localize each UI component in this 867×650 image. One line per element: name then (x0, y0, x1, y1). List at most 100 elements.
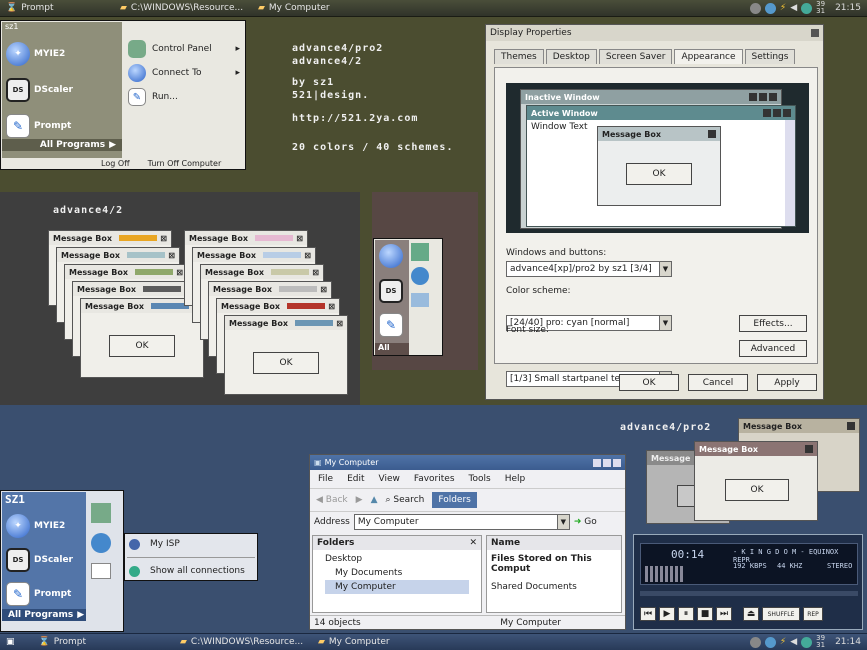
menu-favorites[interactable]: Favorites (414, 474, 455, 484)
folders-button[interactable]: Folders (432, 492, 477, 508)
tab-appearance[interactable]: Appearance (674, 49, 743, 64)
column-name-header[interactable]: Name (487, 536, 621, 550)
maximize-icon[interactable] (603, 458, 611, 467)
forward-button[interactable]: ▶ (356, 495, 363, 505)
start-item-dscaler[interactable]: DS DScaler (2, 72, 122, 108)
start-item-run[interactable]: ✎ Run... (124, 85, 244, 109)
next-icon[interactable]: ⏭ (716, 607, 732, 621)
tray-lightning-icon[interactable]: ⚡ (780, 637, 786, 647)
computer-icon: ▣ (314, 458, 322, 467)
msgbox-ok-button[interactable]: OK (253, 352, 319, 374)
apply-button[interactable]: Apply (757, 374, 817, 391)
task-my-computer[interactable]: ▰ My Computer (252, 1, 372, 15)
close-icon[interactable]: ⊠ (336, 319, 343, 328)
cancel-button[interactable]: Cancel (688, 374, 748, 391)
seek-bar[interactable] (640, 591, 858, 596)
close-icon[interactable]: ⊠ (296, 234, 303, 243)
pause-icon[interactable]: ⏸ (678, 607, 694, 621)
dscaler-icon[interactable]: DS (379, 279, 403, 303)
run-icon[interactable] (91, 563, 111, 579)
close-icon[interactable] (805, 445, 813, 453)
turn-off-button[interactable]: Turn Off Computer (148, 159, 222, 168)
shuffle-button[interactable]: SHUFFLE (762, 607, 800, 621)
repeat-button[interactable]: REP (803, 607, 823, 621)
close-icon[interactable]: ⊠ (328, 302, 335, 311)
play-icon[interactable]: ▶ (659, 607, 675, 621)
start-item-connect-to[interactable]: Connect To ▸ (124, 61, 244, 85)
tree-my-documents[interactable]: My Documents (325, 566, 469, 580)
tab-themes[interactable]: Themes (494, 49, 544, 64)
tray-volume-icon[interactable]: ◀ (790, 3, 797, 13)
close-icon[interactable]: ⊠ (176, 268, 183, 277)
all-programs-button[interactable]: All Programs ▶ (2, 139, 122, 151)
menu-help[interactable]: Help (505, 474, 526, 484)
my-computer-titlebar[interactable]: ▣ My Computer (310, 455, 625, 470)
previous-icon[interactable]: ⏮ (640, 607, 656, 621)
start-item-prompt[interactable]: ✎ Prompt (2, 576, 71, 612)
menu-file[interactable]: File (318, 474, 333, 484)
address-input[interactable]: My Computer ▼ (353, 514, 570, 530)
effects-button[interactable]: Effects... (739, 315, 807, 332)
item-shared-documents[interactable]: Shared Documents (487, 578, 621, 596)
tray-globe-icon[interactable] (801, 2, 813, 14)
tray-gear-icon[interactable] (749, 2, 761, 14)
tray-network-icon[interactable] (764, 2, 776, 14)
close-icon[interactable]: ⊠ (320, 285, 327, 294)
start-item-control-panel[interactable]: Control Panel ▸ (124, 37, 244, 61)
start-item-myie2[interactable]: ✦ MYIE2 (2, 36, 122, 72)
menu-edit[interactable]: Edit (347, 474, 364, 484)
close-icon[interactable]: ⊠ (160, 234, 167, 243)
minimize-icon[interactable] (593, 458, 601, 467)
globe-icon[interactable] (411, 267, 429, 285)
tray-volume-icon[interactable]: ◀ (790, 637, 797, 647)
all-programs-button[interactable]: All Programs ▶ (2, 609, 86, 621)
tab-screen-saver[interactable]: Screen Saver (598, 49, 673, 64)
start-item-dscaler[interactable]: DS DScaler (2, 542, 73, 578)
log-off-button[interactable]: Log Off (101, 159, 130, 168)
advanced-button[interactable]: Advanced (739, 340, 807, 357)
tray-gear-icon[interactable] (749, 636, 761, 648)
tab-desktop[interactable]: Desktop (545, 49, 597, 64)
tray-lightning-icon[interactable]: ⚡ (780, 3, 786, 13)
start-item-myie2[interactable]: ✦ MYIE2 (2, 508, 65, 544)
submenu-show-all-connections[interactable]: Show all connections (125, 561, 257, 581)
titlebar-stripe (135, 269, 174, 275)
close-icon[interactable] (613, 458, 621, 467)
tree-desktop[interactable]: Desktop (325, 552, 469, 566)
close-icon[interactable]: ✕ (469, 538, 477, 548)
tab-settings[interactable]: Settings (744, 49, 796, 64)
start-button[interactable]: ⌛ Prompt (0, 1, 110, 15)
search-button[interactable]: ⌕ Search (386, 495, 425, 505)
display-properties-titlebar[interactable]: Display Properties (486, 25, 823, 41)
globe-icon[interactable] (91, 533, 111, 553)
eject-icon[interactable]: ⏏ (743, 607, 759, 621)
go-button[interactable]: ➜ Go (574, 517, 597, 527)
notepad-icon[interactable]: ✎ (379, 313, 403, 337)
control-panel-icon[interactable] (411, 243, 429, 261)
tree-my-computer[interactable]: My Computer (325, 580, 469, 594)
menu-tools[interactable]: Tools (469, 474, 491, 484)
menu-view[interactable]: View (379, 474, 400, 484)
close-icon[interactable] (811, 29, 819, 37)
windows-buttons-select[interactable]: advance4[xp]/pro2 by sz1 [3/4] ▼ (506, 261, 672, 277)
tray-globe-icon[interactable] (801, 636, 813, 648)
task-my-computer[interactable]: ▰ My Computer (312, 635, 432, 649)
task-explorer-resources[interactable]: ▰ C:\WINDOWS\Resource... (174, 635, 308, 649)
tray-network-icon[interactable] (764, 636, 776, 648)
task-explorer-resources[interactable]: ▰ C:\WINDOWS\Resource... (114, 1, 248, 15)
msgbox-ok-button[interactable]: OK (109, 335, 175, 357)
back-button[interactable]: ◀ Back (316, 495, 348, 505)
control-panel-icon[interactable] (91, 503, 111, 523)
stop-icon[interactable]: ■ (697, 607, 713, 621)
msgbox-ok-button[interactable]: OK (725, 479, 789, 501)
run-icon[interactable] (411, 293, 429, 307)
close-icon[interactable]: ⊠ (312, 268, 319, 277)
all-programs-button[interactable]: All (375, 343, 409, 355)
close-icon[interactable]: ⊠ (168, 251, 175, 260)
start-button[interactable]: ▣ ⌛ Prompt (0, 635, 170, 649)
browser-icon[interactable] (379, 244, 403, 268)
close-icon[interactable]: ⊠ (304, 251, 311, 260)
submenu-my-isp[interactable]: My ISP (125, 534, 257, 554)
ok-button[interactable]: OK (619, 374, 679, 391)
up-folder-icon[interactable]: ▲ (371, 495, 378, 505)
